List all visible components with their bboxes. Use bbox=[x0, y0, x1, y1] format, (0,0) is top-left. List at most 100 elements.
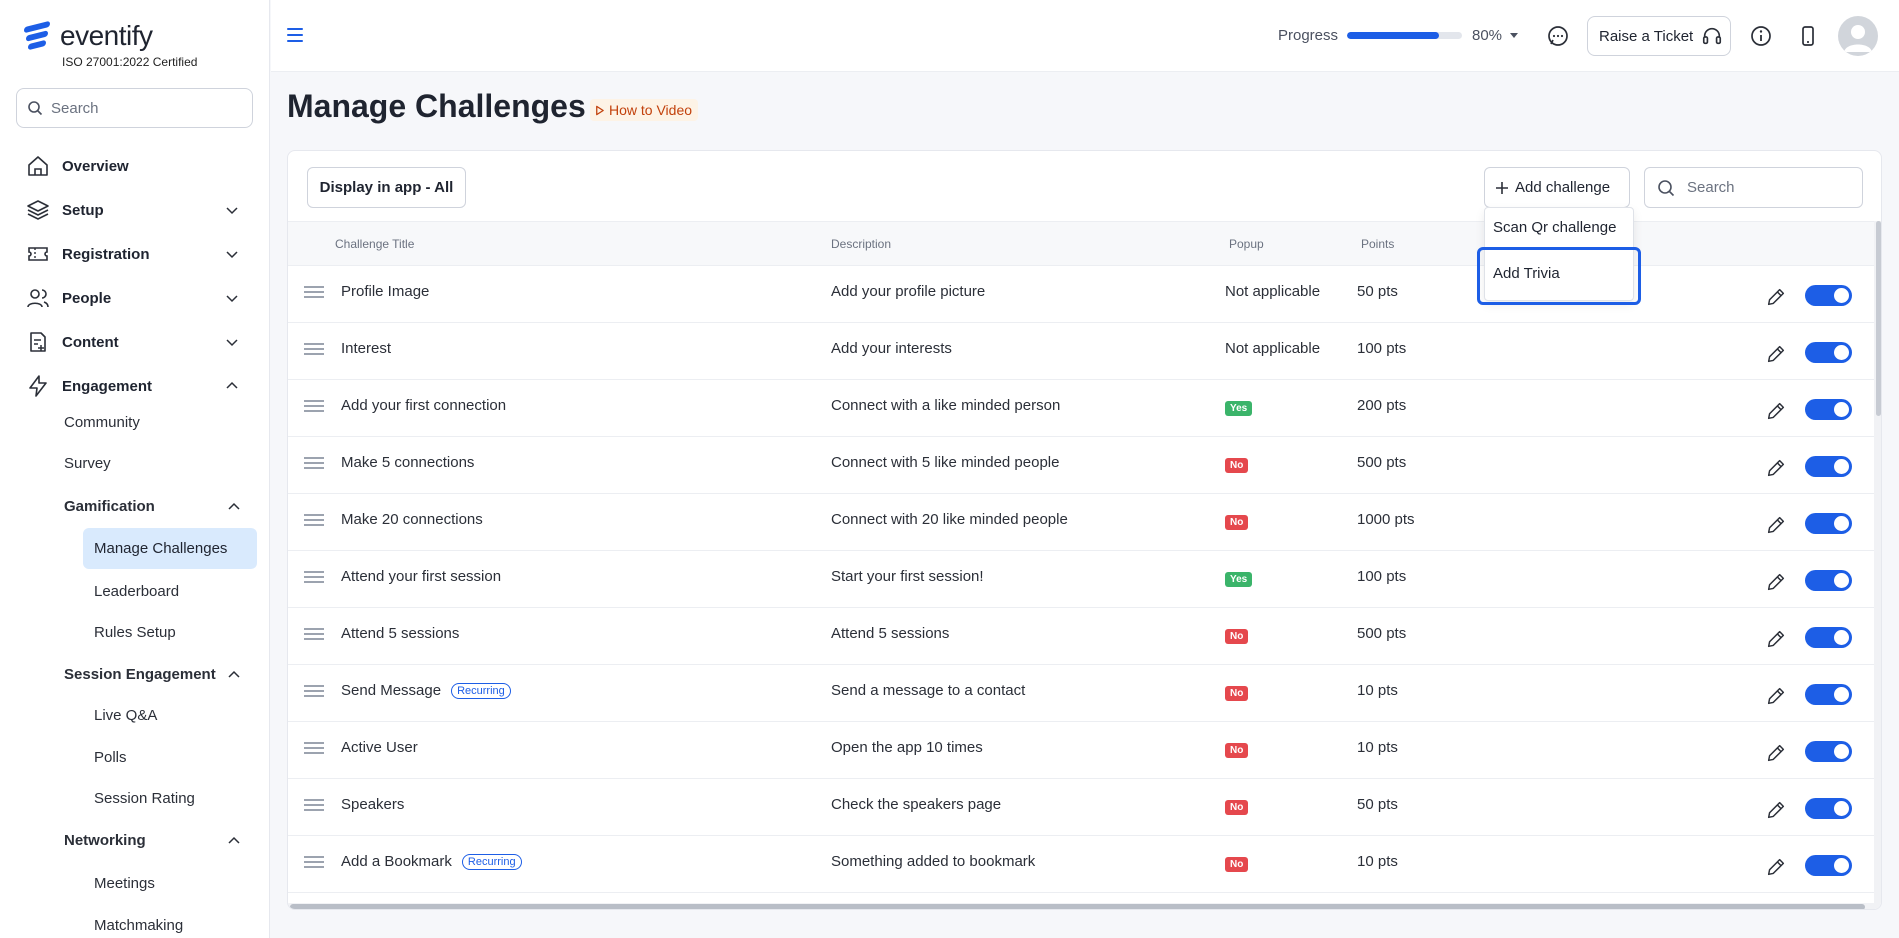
table-row[interactable]: Add a Bookmark Recurring Something added t… bbox=[288, 836, 1874, 893]
sidebar-group-session-engagement[interactable]: Session Engagement bbox=[64, 666, 244, 683]
file-plus-icon bbox=[30, 332, 46, 352]
display-toggle[interactable] bbox=[1805, 285, 1852, 306]
raise-ticket-button[interactable]: Raise a Ticket bbox=[1587, 16, 1731, 56]
display-toggle[interactable] bbox=[1805, 855, 1852, 876]
drag-handle-icon[interactable] bbox=[304, 742, 324, 754]
vertical-scrollbar[interactable] bbox=[1874, 221, 1881, 909]
pencil-icon[interactable] bbox=[1765, 628, 1787, 650]
drag-handle-icon[interactable] bbox=[304, 400, 324, 412]
table-row[interactable]: Interest Add your interests Not applicable… bbox=[288, 323, 1874, 380]
avatar[interactable] bbox=[1838, 16, 1878, 56]
add-challenge-button[interactable]: Add challenge bbox=[1484, 167, 1630, 208]
display-toggle[interactable] bbox=[1805, 456, 1852, 477]
pencil-icon[interactable] bbox=[1765, 685, 1787, 707]
table-row[interactable]: Make 20 connections Connect with 20 like … bbox=[288, 494, 1874, 551]
search-icon bbox=[28, 101, 43, 116]
sidebar-item-leaderboard[interactable]: Leaderboard bbox=[94, 583, 179, 600]
sidebar-item-meetings[interactable]: Meetings bbox=[94, 875, 155, 892]
column-header-popup[interactable]: Popup bbox=[1229, 237, 1264, 251]
table-search[interactable] bbox=[1644, 167, 1863, 208]
brand-name: eventify bbox=[60, 20, 153, 51]
display-toggle[interactable] bbox=[1805, 399, 1852, 420]
sidebar-item-setup[interactable]: Setup bbox=[0, 192, 269, 228]
pencil-icon[interactable] bbox=[1765, 400, 1787, 422]
menu-icon[interactable] bbox=[287, 28, 303, 42]
display-toggle[interactable] bbox=[1805, 684, 1852, 705]
sidebar-item-manage-challenges[interactable]: Manage Challenges bbox=[83, 528, 257, 569]
display-toggle[interactable] bbox=[1805, 570, 1852, 591]
chevron-down-icon bbox=[226, 339, 238, 347]
drag-handle-icon[interactable] bbox=[304, 856, 324, 868]
challenges-card: Display in app - All Add challenge Chall… bbox=[287, 150, 1882, 910]
column-header-points[interactable]: Points bbox=[1361, 237, 1394, 251]
drag-handle-icon[interactable] bbox=[304, 799, 324, 811]
display-toggle[interactable] bbox=[1805, 798, 1852, 819]
challenge-points: 100 pts bbox=[1357, 340, 1407, 357]
horizontal-scrollbar[interactable] bbox=[288, 903, 1874, 909]
column-header-title[interactable]: Challenge Title bbox=[335, 237, 414, 251]
sidebar-item-content[interactable]: Content bbox=[0, 324, 269, 360]
progress-dropdown-icon[interactable] bbox=[1510, 33, 1518, 38]
vertical-scroll-thumb[interactable] bbox=[1876, 221, 1881, 416]
table-row[interactable]: Speakers Check the speakers page No 50 pts bbox=[288, 779, 1874, 836]
pencil-icon[interactable] bbox=[1765, 514, 1787, 536]
challenge-title: Speakers bbox=[341, 796, 405, 813]
pencil-icon[interactable] bbox=[1765, 571, 1787, 593]
table-row[interactable]: Send Message Recurring Send a message to a… bbox=[288, 665, 1874, 722]
sidebar-item-people[interactable]: People bbox=[0, 280, 269, 316]
sidebar-search[interactable] bbox=[16, 88, 253, 128]
pencil-icon[interactable] bbox=[1765, 457, 1787, 479]
display-toggle[interactable] bbox=[1805, 342, 1852, 363]
table-row[interactable]: Attend your first session Start your firs… bbox=[288, 551, 1874, 608]
drag-handle-icon[interactable] bbox=[304, 685, 324, 697]
challenge-title-cell: Send Message Recurring bbox=[341, 682, 511, 699]
pencil-icon[interactable] bbox=[1765, 799, 1787, 821]
table-row[interactable]: Make 5 connections Connect with 5 like mi… bbox=[288, 437, 1874, 494]
add-challenge-label: Add challenge bbox=[1515, 179, 1611, 196]
display-toggle[interactable] bbox=[1805, 741, 1852, 762]
display-toggle[interactable] bbox=[1805, 513, 1852, 534]
lightning-icon bbox=[29, 375, 47, 397]
display-in-app-filter[interactable]: Display in app - All bbox=[307, 167, 466, 208]
sidebar-item-rules-setup[interactable]: Rules Setup bbox=[94, 624, 176, 641]
sidebar-item-registration[interactable]: Registration bbox=[0, 236, 269, 272]
column-header-description[interactable]: Description bbox=[831, 237, 891, 251]
table-row[interactable]: Add your first connection Connect with a … bbox=[288, 380, 1874, 437]
drag-handle-icon[interactable] bbox=[304, 343, 324, 355]
pencil-icon[interactable] bbox=[1765, 742, 1787, 764]
display-toggle[interactable] bbox=[1805, 627, 1852, 648]
brand-logo[interactable]: eventify bbox=[24, 20, 153, 52]
pencil-icon[interactable] bbox=[1765, 856, 1787, 878]
table-search-input[interactable] bbox=[1687, 179, 1847, 196]
sidebar-group-networking[interactable]: Networking bbox=[64, 832, 244, 849]
sidebar-item-live-qa[interactable]: Live Q&A bbox=[94, 707, 157, 724]
sidebar-item-session-rating[interactable]: Session Rating bbox=[94, 790, 195, 807]
sidebar-item-engagement[interactable]: Engagement bbox=[0, 368, 269, 404]
chat-icon[interactable] bbox=[1546, 24, 1570, 48]
pencil-icon[interactable] bbox=[1765, 343, 1787, 365]
sidebar-item-survey[interactable]: Survey bbox=[64, 455, 111, 472]
drag-handle-icon[interactable] bbox=[304, 457, 324, 469]
drag-handle-icon[interactable] bbox=[304, 286, 324, 298]
table-row[interactable]: Attend 5 sessions Attend 5 sessions No 500 … bbox=[288, 608, 1874, 665]
chevron-down-icon bbox=[226, 251, 238, 259]
info-icon[interactable] bbox=[1749, 24, 1773, 48]
table-row[interactable]: Active User Open the app 10 times No 10 pts bbox=[288, 722, 1874, 779]
drag-handle-icon[interactable] bbox=[304, 514, 324, 526]
sidebar-item-label: Registration bbox=[62, 245, 150, 263]
how-to-video-link[interactable]: How to Video bbox=[590, 99, 699, 121]
menu-item-scan-qr-challenge[interactable]: Scan Qr challenge bbox=[1493, 219, 1616, 236]
challenge-title-cell: Add your first connection bbox=[341, 397, 506, 414]
sidebar-item-matchmaking[interactable]: Matchmaking bbox=[94, 917, 183, 934]
pencil-icon[interactable] bbox=[1765, 286, 1787, 308]
drag-handle-icon[interactable] bbox=[304, 571, 324, 583]
drag-handle-icon[interactable] bbox=[304, 628, 324, 640]
sidebar-item-polls[interactable]: Polls bbox=[94, 749, 127, 766]
sidebar-item-overview[interactable]: Overview bbox=[0, 148, 269, 184]
mobile-icon[interactable] bbox=[1796, 24, 1820, 48]
challenge-title: Make 5 connections bbox=[341, 454, 475, 471]
sidebar-search-input[interactable] bbox=[51, 99, 241, 117]
horizontal-scroll-thumb[interactable] bbox=[290, 904, 1865, 909]
sidebar-item-community[interactable]: Community bbox=[64, 414, 140, 431]
sidebar-group-gamification[interactable]: Gamification bbox=[64, 498, 244, 515]
